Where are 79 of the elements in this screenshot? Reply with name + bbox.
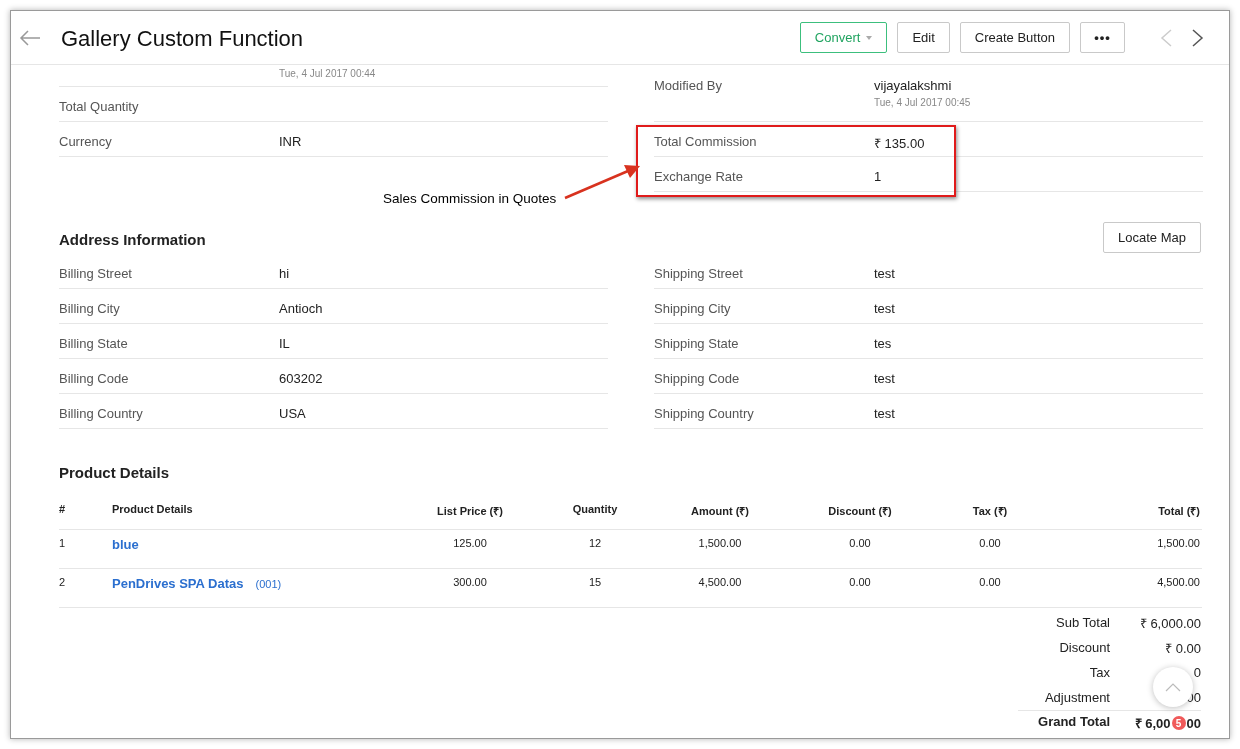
table-cell: 15 [540,569,650,608]
field-label: Shipping Code [654,371,741,388]
field-value: Antioch [279,301,323,316]
field-value: test [874,406,895,421]
more-button[interactable]: ••• [1080,22,1125,53]
notification-badge: 5 [1171,716,1186,730]
table-cell: 12 [540,530,650,569]
field-label: Shipping Country [654,406,755,423]
field-label: Total Commission [654,134,758,151]
total-label: Grand Total [1037,714,1110,729]
table-cell: 0.00 [930,569,1050,608]
field-value: test [874,371,895,386]
table-cell: 4,500.00 [1050,569,1202,608]
table-cell: 0.00 [790,530,930,569]
field-value: USA [279,406,306,421]
field-label: Exchange Rate [654,169,744,186]
timestamp: Tue, 4 Jul 2017 00:44 [279,68,376,79]
field-value: 603202 [279,371,323,386]
field-label: Shipping City [654,301,732,318]
total-label: Sub Total [1055,615,1110,630]
chevron-up-icon [1165,682,1181,692]
table-cell: 300.00 [400,569,540,608]
total-label: Discount [1058,640,1110,655]
column-header: Discount (₹) [790,491,930,530]
action-button[interactable]: Edit [897,22,950,53]
section-heading: Address Information [59,229,206,248]
column-header: Amount (₹) [650,491,790,530]
record-title: Gallery Custom Function [61,25,305,52]
table-cell: 4,500.00 [650,569,790,608]
product-link[interactable]: PenDrives SPA Datas [112,576,244,591]
field-label: Billing Street [59,266,133,283]
column-header: List Price (₹) [400,491,540,530]
field-label: Billing Code [59,371,130,388]
field-value: test [874,266,895,281]
timestamp: Tue, 4 Jul 2017 00:45 [874,97,971,108]
total-value: ₹ 6,000.00 [1138,614,1201,632]
section-heading: Product Details [59,463,171,483]
field-label: Shipping State [654,336,740,353]
product-link[interactable]: blue [112,537,139,552]
table-cell: 2 [59,569,112,608]
field-value: ₹ 135.00 [874,135,925,152]
back-arrow-icon[interactable] [19,29,41,46]
total-value: 0 [1192,665,1201,680]
total-value: ₹ 6,00 [1134,715,1171,732]
table-cell: 1,500.00 [1050,530,1202,569]
total-value: 00 [1186,715,1201,731]
field-label: Total Quantity [59,99,140,116]
field-value: vijayalakshmi [874,78,953,93]
action-button[interactable]: Create Button [959,22,1070,53]
annotation-text: Sales Commission in Quotes [383,191,557,206]
total-label: Tax [1088,665,1110,680]
table-cell: 125.00 [400,530,540,569]
field-label: Shipping Street [654,266,744,283]
column-header: Product Details [112,491,400,530]
field-value: 1 [874,169,882,184]
field-label: Billing Country [59,406,144,423]
locate-map-button[interactable]: Locate Map [1103,221,1201,253]
field-value: test [874,301,895,316]
column-header: Quantity [540,491,650,530]
column-header: Tax (₹) [930,491,1050,530]
table-cell: 0.00 [790,569,930,608]
next-icon[interactable] [1191,28,1205,47]
field-value: IL [279,336,290,351]
total-label: Adjustment [1043,690,1110,705]
field-label: Billing State [59,336,129,353]
field-value: tes [874,336,892,351]
field-label: Billing City [59,301,121,318]
caret-icon [866,35,873,40]
table-cell: 1 [59,530,112,569]
field-label: Currency [59,134,113,151]
field-label: Modified By [654,78,723,95]
field-value: hi [279,266,290,281]
product-code: (001) [255,578,282,590]
column-header: Total (₹) [1050,491,1202,530]
column-header: # [59,491,112,530]
table-cell: 1,500.00 [650,530,790,569]
total-value: ₹ 0.00 [1164,639,1201,657]
field-value: INR [279,134,302,149]
table-cell: 0.00 [930,530,1050,569]
